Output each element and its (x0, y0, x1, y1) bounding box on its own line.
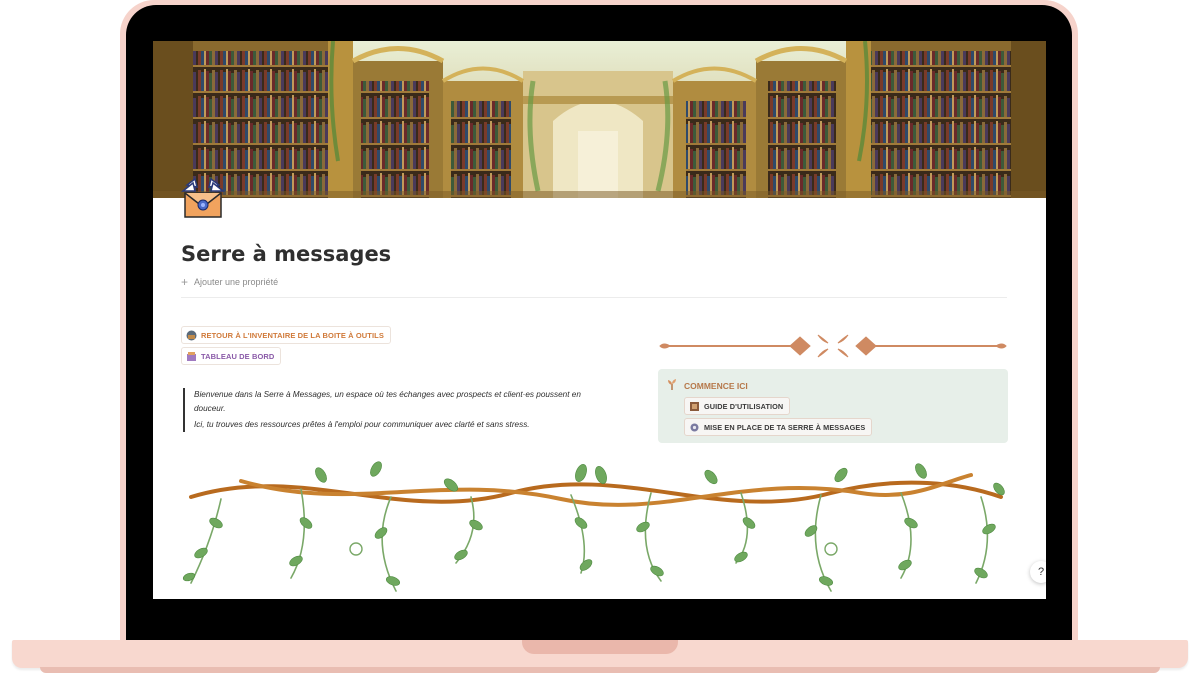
toolbox-icon (186, 330, 197, 341)
guide-utilisation-link[interactable]: GUIDE D'UTILISATION (684, 397, 791, 415)
intro-line-1: Bienvenue dans la Serre à Messages, un e… (194, 390, 581, 413)
callout-title: COMMENCE ICI (684, 381, 748, 391)
help-icon[interactable]: ? (1030, 561, 1046, 583)
tableau-de-bord-label: TABLEAU DE BORD (201, 351, 275, 361)
divider (181, 297, 1007, 298)
tableau-de-bord-link[interactable]: TABLEAU DE BORD (181, 347, 282, 365)
dashboard-icon (186, 351, 197, 362)
sprout-icon (666, 378, 678, 390)
mise-en-place-label: MISE EN PLACE DE TA SERRE À MESSAGES (704, 422, 866, 432)
intro-quote: Bienvenue dans la Serre à Messages, un e… (183, 388, 614, 432)
winged-envelope-icon[interactable] (180, 177, 226, 221)
cover-image[interactable] (153, 41, 1046, 198)
page-title[interactable]: Serre à messages (181, 242, 391, 266)
retour-inventaire-label: RETOUR À L'INVENTAIRE DE LA BOITE À OUTI… (201, 330, 384, 340)
guide-utilisation-label: GUIDE D'UTILISATION (704, 401, 784, 411)
gear-icon (689, 422, 700, 433)
decorative-ornament (658, 329, 1008, 368)
notion-page: Serre à messages + Ajouter une propriété… (153, 41, 1046, 599)
plus-icon: + (181, 275, 189, 289)
retour-inventaire-link[interactable]: RETOUR À L'INVENTAIRE DE LA BOITE À OUTI… (181, 326, 391, 344)
decorative-vines (181, 453, 1011, 598)
book-icon (689, 401, 700, 412)
commence-ici-callout: COMMENCE ICI GUIDE D'UTILISATION MISE EN… (658, 369, 1008, 443)
laptop-notch (522, 640, 678, 654)
mise-en-place-link[interactable]: MISE EN PLACE DE TA SERRE À MESSAGES (684, 418, 873, 436)
add-property-button[interactable]: + Ajouter une propriété (181, 275, 279, 289)
intro-line-2: Ici, tu trouves des ressources prêtes à … (194, 420, 530, 429)
add-property-label: Ajouter une propriété (194, 277, 279, 287)
